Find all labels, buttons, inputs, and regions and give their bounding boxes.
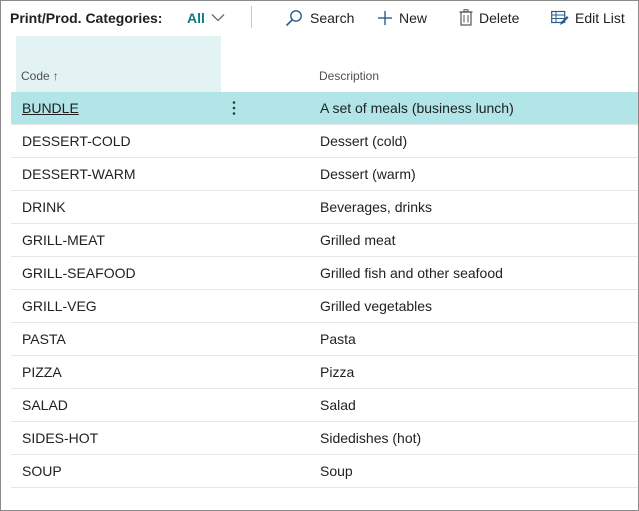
search-button-label: Search <box>310 9 355 26</box>
table-row[interactable]: SIDES-HOT Sidedishes (hot) <box>11 422 638 455</box>
search-icon <box>284 9 304 27</box>
code-cell[interactable]: GRILL-VEG <box>22 290 97 322</box>
description-cell: Dessert (warm) <box>320 166 416 182</box>
description-cell: Pasta <box>320 331 356 347</box>
table-row[interactable]: DRINK Beverages, drinks <box>11 191 638 224</box>
grid-body: BUNDLE A set of meals (business lunch) D… <box>11 92 638 488</box>
sort-ascending-icon: ↑ <box>52 69 59 83</box>
code-cell[interactable]: PIZZA <box>22 356 62 388</box>
table-row[interactable]: SOUP Soup <box>11 455 638 488</box>
description-cell: Grilled vegetables <box>320 298 433 314</box>
categories-grid: Code ↑ Description BUNDLE A set of meals … <box>11 36 638 488</box>
search-button[interactable]: Search <box>284 1 354 34</box>
code-cell[interactable]: DESSERT-COLD <box>22 125 131 157</box>
description-cell: Salad <box>320 397 356 413</box>
table-row[interactable]: BUNDLE A set of meals (business lunch) <box>11 92 638 125</box>
description-cell: Grilled meat <box>320 232 396 248</box>
grid-header: Code ↑ Description <box>11 36 638 92</box>
table-row[interactable]: DESSERT-WARM Dessert (warm) <box>11 158 638 191</box>
edit-list-button-label: Edit List <box>575 9 625 26</box>
table-row[interactable]: GRILL-MEAT Grilled meat <box>11 224 638 257</box>
view-filter-dropdown[interactable]: All <box>187 1 225 34</box>
description-cell: Sidedishes (hot) <box>320 430 422 446</box>
code-cell[interactable]: BUNDLE <box>22 92 79 124</box>
edit-list-icon <box>551 10 569 26</box>
code-column-header[interactable]: Code ↑ <box>21 69 59 83</box>
more-vertical-icon[interactable] <box>228 92 240 124</box>
edit-list-button[interactable]: Edit List <box>551 1 625 34</box>
new-button[interactable]: New <box>377 1 427 34</box>
code-column-header-highlight <box>16 36 221 92</box>
page-frame: Print/Prod. Categories: All Search New D… <box>0 0 639 511</box>
table-row[interactable]: DESSERT-COLD Dessert (cold) <box>11 125 638 158</box>
delete-button[interactable]: Delete <box>459 1 519 34</box>
chevron-down-icon <box>211 13 225 22</box>
code-cell[interactable]: SOUP <box>22 455 62 487</box>
table-row[interactable]: SALAD Salad <box>11 389 638 422</box>
description-column-header[interactable]: Description <box>319 69 379 83</box>
table-row[interactable]: PASTA Pasta <box>11 323 638 356</box>
table-row[interactable]: GRILL-VEG Grilled vegetables <box>11 290 638 323</box>
plus-icon <box>377 10 393 26</box>
action-bar-divider <box>251 6 252 28</box>
code-cell[interactable]: PASTA <box>22 323 66 355</box>
code-cell[interactable]: DRINK <box>22 191 66 223</box>
code-cell[interactable]: DESSERT-WARM <box>22 158 136 190</box>
code-cell[interactable]: SIDES-HOT <box>22 422 98 454</box>
description-cell: Grilled fish and other seafood <box>320 265 503 281</box>
table-row[interactable]: PIZZA Pizza <box>11 356 638 389</box>
table-row[interactable]: GRILL-SEAFOOD Grilled fish and other sea… <box>11 257 638 290</box>
description-cell: Soup <box>320 463 353 479</box>
view-filter-label: All <box>187 9 205 26</box>
code-column-header-label: Code <box>21 69 50 83</box>
code-cell[interactable]: SALAD <box>22 389 68 421</box>
description-cell: Pizza <box>320 364 355 380</box>
code-cell[interactable]: GRILL-SEAFOOD <box>22 257 136 289</box>
description-cell: Beverages, drinks <box>320 199 433 215</box>
new-button-label: New <box>399 9 428 26</box>
page-title: Print/Prod. Categories: <box>10 9 163 26</box>
description-cell: A set of meals (business lunch) <box>320 100 514 116</box>
action-bar: Print/Prod. Categories: All Search New D… <box>1 1 638 34</box>
delete-button-label: Delete <box>479 9 520 26</box>
trash-icon <box>459 9 473 26</box>
description-cell: Dessert (cold) <box>320 133 408 149</box>
code-cell[interactable]: GRILL-MEAT <box>22 224 105 256</box>
